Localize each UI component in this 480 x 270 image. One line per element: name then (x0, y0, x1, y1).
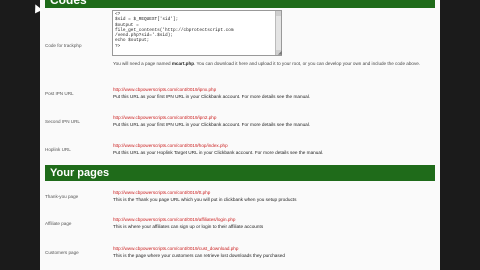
row-desc: Put this URL as your Hoplink Target URL … (113, 150, 324, 155)
note-suffix: . You can download it here and upload it… (194, 61, 421, 66)
row-label: Post IPN URL (45, 91, 74, 96)
row-desc: This is the Thank you page URL which you… (113, 197, 297, 202)
row-desc: This is the page where your customers ca… (113, 253, 285, 258)
row-desc: Put this URL as your first IPN URL in yo… (113, 94, 311, 99)
row-url[interactable]: http://www.cbpowerscripts.com/cont/0019/… (113, 115, 216, 120)
code-scrollbar[interactable] (275, 11, 281, 55)
row-desc: This is where your affiliates can sign u… (113, 224, 264, 229)
code-line: echo $output; (115, 38, 150, 44)
left-dark-margin (0, 0, 40, 270)
code-label: Code for trackphp (45, 43, 82, 48)
row-label: Second IPN URL (45, 119, 80, 124)
code-line: /vend.php?sid='.$sid); (115, 33, 173, 39)
code-line: $sid = $_REQUEST['sid']; (115, 17, 179, 23)
code-line: $output = (115, 22, 139, 28)
code-line: file_get_contents('http://cbprotectscrip… (115, 27, 234, 33)
resize-grip-icon[interactable]: ◢ (278, 50, 283, 56)
codes-section-header: Codes (45, 0, 435, 8)
row-url[interactable]: http://www.cbpowerscripts.com/cont/0019/… (113, 246, 238, 251)
pages-section-header: Your pages (45, 165, 435, 181)
row-label: Hoplink URL (45, 147, 71, 152)
download-note: You will need a page named mcart.php. Yo… (113, 61, 433, 67)
row-label: Affiliate page (45, 221, 72, 226)
row-url[interactable]: http://www.cbpowerscripts.com/cont/0019/… (113, 190, 210, 195)
scroll-up-arrow-icon[interactable] (276, 11, 281, 16)
note-filename[interactable]: mcart.php (172, 61, 194, 66)
row-url[interactable]: http://www.cbpowerscripts.com/cont/0019/… (113, 143, 228, 148)
row-url[interactable]: http://www.cbpowerscripts.com/cont/0019/… (113, 217, 235, 222)
row-desc: Put this URL as your first IPN URL in yo… (113, 122, 311, 127)
row-label: Thank-you page (45, 194, 79, 199)
row-url[interactable]: http://www.cbpowerscripts.com/cont/0019/… (113, 87, 216, 92)
code-line: <? (115, 12, 121, 17)
page-content: Codes Code for trackphp <? $sid = $_REQU… (40, 0, 440, 270)
code-line: ?> (115, 43, 121, 49)
note-prefix: You will need a page named (113, 61, 171, 66)
right-dark-margin (440, 0, 480, 270)
row-label: Customers page (45, 250, 79, 255)
code-textarea[interactable]: <? $sid = $_REQUEST['sid']; $output = fi… (112, 10, 282, 56)
code-text: <? $sid = $_REQUEST['sid']; $output = fi… (113, 11, 281, 50)
